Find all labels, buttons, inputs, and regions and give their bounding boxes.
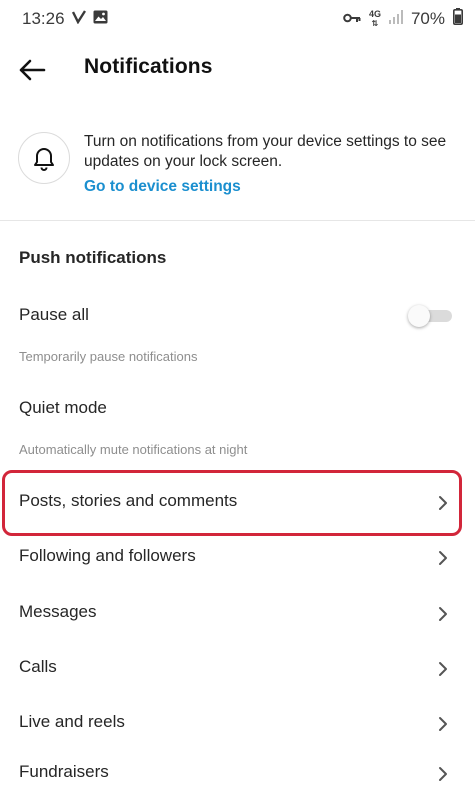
list-item-label: Live and reels: [19, 712, 125, 731]
list-item-calls[interactable]: Calls: [0, 643, 475, 695]
vpn-key-icon: [343, 9, 361, 29]
status-left: 13:26: [0, 9, 108, 29]
signal-icon: [388, 9, 403, 29]
chevron-right-icon: [439, 551, 447, 565]
network-type: 4G ⇅: [368, 9, 381, 29]
list-item-label: Fundraisers: [19, 762, 109, 781]
chevron-right-icon: [439, 662, 447, 676]
list-item-messages[interactable]: Messages: [0, 588, 475, 640]
quiet-mode-description: Automatically mute notifications at nigh…: [19, 442, 248, 457]
page-title: Notifications: [84, 55, 213, 78]
check-notification-icon: [71, 9, 86, 29]
chevron-right-icon: [439, 767, 447, 781]
list-item-fundraisers[interactable]: Fundraisers: [0, 748, 475, 800]
list-item-live-reels[interactable]: Live and reels: [0, 698, 475, 750]
highlight-box: [2, 470, 462, 536]
chevron-right-icon: [439, 717, 447, 731]
bell-circle: [18, 132, 70, 184]
status-bar: 13:26 4G ⇅ 70%: [0, 0, 475, 38]
list-item-label: Messages: [19, 602, 97, 621]
divider: [0, 220, 475, 221]
device-settings-banner: Turn on notifications from your device s…: [0, 120, 475, 220]
top-bar: Notifications: [0, 44, 475, 96]
chevron-right-icon: [439, 607, 447, 621]
toggle-knob: [408, 305, 430, 327]
pause-all-description: Temporarily pause notifications: [19, 349, 198, 364]
network-label: 4G: [368, 9, 381, 19]
battery-level: 70%: [410, 9, 445, 28]
section-heading: Push notifications: [19, 248, 167, 267]
status-time: 13:26: [22, 9, 65, 28]
quiet-mode-label[interactable]: Quiet mode: [19, 398, 107, 418]
list-item-following-followers[interactable]: Following and followers: [0, 532, 475, 584]
status-right: 4G ⇅ 70%: [343, 8, 475, 30]
list-item-label: Following and followers: [19, 546, 196, 565]
battery-icon: [453, 8, 463, 30]
data-arrows-icon: ⇅: [371, 19, 379, 28]
back-arrow-icon: [19, 59, 46, 81]
bell-icon: [34, 148, 54, 171]
device-settings-link[interactable]: Go to device settings: [84, 178, 241, 196]
back-button[interactable]: [14, 54, 50, 86]
banner-message: Turn on notifications from your device s…: [84, 133, 447, 170]
pause-all-label: Pause all: [19, 305, 89, 324]
pause-all-toggle[interactable]: [408, 305, 452, 327]
list-item-label: Calls: [19, 657, 57, 676]
gallery-notification-icon: [93, 9, 108, 29]
